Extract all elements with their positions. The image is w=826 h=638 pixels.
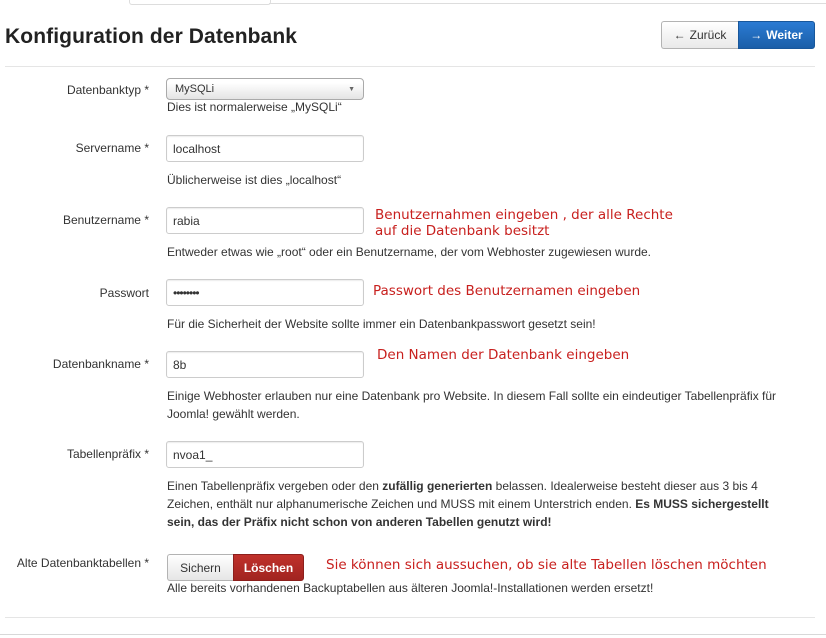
old-tables-hint: Alle bereits vorhandenen Backuptabellen … — [167, 581, 654, 595]
bottom-edge-line — [0, 634, 826, 635]
db-name-hint-line1: Einige Webhoster erlauben nur eine Daten… — [167, 389, 777, 403]
old-tables-keep-button[interactable]: Sichern — [167, 554, 233, 581]
old-tables-delete-button[interactable]: Löschen — [233, 554, 304, 581]
db-type-hint: Dies ist normalerweise „MySQLi“ — [167, 100, 342, 114]
db-name-label: Datenbankname * — [52, 357, 149, 371]
next-button[interactable]: → Weiter — [738, 21, 815, 49]
prefix-hint-line2: Zeichen, enthält nur alphanumerische Zei… — [167, 495, 769, 513]
password-label: Passwort — [99, 286, 149, 300]
back-button-label: Zurück — [689, 28, 727, 42]
user-input[interactable] — [166, 207, 364, 234]
arrow-left-icon: ← — [673, 28, 686, 42]
tab-strip-line — [269, 3, 826, 4]
prefix-hint-line3: sein, das der Präfix nicht schon von and… — [167, 513, 552, 531]
password-hint: Für die Sicherheit der Website sollte im… — [167, 317, 596, 331]
user-annotation-line1: Benutzernahmen eingeben , der alle Recht… — [375, 207, 673, 223]
prefix-hint-text2: belassen. Idealerweise besteht dieser au… — [492, 479, 758, 493]
old-tables-radio-group: Sichern Löschen — [167, 554, 304, 581]
db-name-input[interactable] — [166, 351, 364, 378]
db-name-hint-line2: Joomla! gewählt werden. — [167, 407, 300, 421]
host-input[interactable] — [166, 135, 364, 162]
nav-button-group: ← Zurück → Weiter — [661, 21, 815, 49]
header-divider — [5, 66, 815, 67]
user-label: Benutzername * — [62, 213, 149, 227]
arrow-right-icon: → — [750, 28, 763, 42]
prefix-hint-bold1: zufällig generierten — [382, 479, 493, 493]
prefix-input[interactable] — [166, 441, 364, 468]
top-tab-active[interactable] — [129, 0, 271, 5]
password-annotation: Passwort des Benutzernamen eingeben — [373, 283, 641, 299]
prefix-hint-text3: Zeichen, enthält nur alphanumerische Zei… — [167, 497, 636, 511]
db-type-select[interactable]: MySQLi ▼ — [166, 78, 364, 100]
caret-down-icon: ▼ — [348, 85, 355, 93]
password-input[interactable] — [166, 279, 364, 306]
footer-divider — [5, 617, 815, 618]
prefix-label: Tabellenpräfix * — [66, 447, 149, 461]
page-title: Konfiguration der Datenbank — [5, 25, 298, 48]
prefix-hint-text1: Einen Tabellenpräfix vergeben oder den — [167, 479, 383, 493]
db-name-annotation: Den Namen der Datenbank eingeben — [377, 347, 630, 363]
user-annotation-line2: auf die Datenbank besitzt — [375, 223, 550, 239]
user-hint: Entweder etwas wie „root“ oder ein Benut… — [167, 245, 652, 259]
host-hint: Üblicherweise ist dies „localhost“ — [167, 173, 342, 187]
prefix-hint-line1: Einen Tabellenpräfix vergeben oder den z… — [167, 477, 758, 495]
db-type-value: MySQLi — [175, 83, 215, 95]
host-label: Servername * — [75, 141, 149, 155]
back-button[interactable]: ← Zurück — [661, 21, 738, 49]
old-tables-label: Alte Datenbanktabellen * — [16, 556, 149, 570]
db-type-label: Datenbanktyp * — [66, 83, 149, 97]
old-tables-annotation: Sie können sich aussuchen, ob sie alte T… — [326, 557, 767, 573]
prefix-hint-bold3: sein, das der Präfix nicht schon von and… — [167, 515, 552, 529]
next-button-label: Weiter — [766, 28, 803, 42]
prefix-hint-bold2: Es MUSS sichergestellt — [635, 497, 769, 511]
